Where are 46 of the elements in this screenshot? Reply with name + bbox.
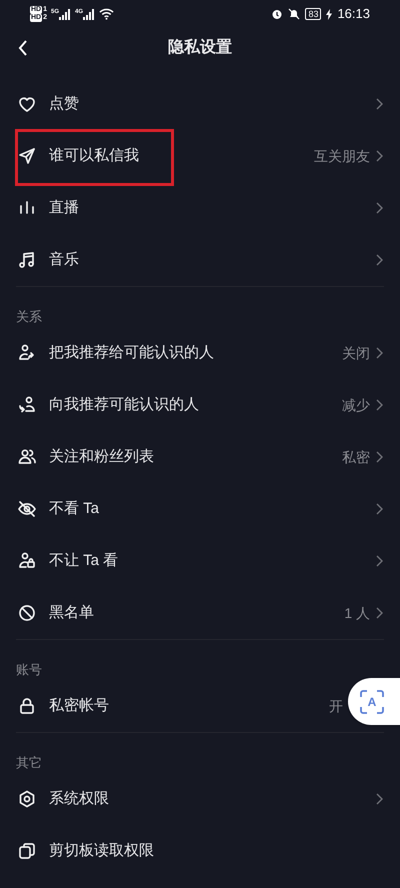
ban-icon xyxy=(17,603,37,623)
battery-level: 83 xyxy=(305,8,322,20)
row-value: 1 人 xyxy=(344,604,370,622)
row-value: 开 xyxy=(329,696,343,716)
row-label[interactable]: 私密帐号 xyxy=(49,694,109,718)
paper-plane-icon xyxy=(17,146,37,166)
wifi-icon xyxy=(99,8,114,20)
music-note-icon xyxy=(17,250,37,270)
row-value: 私密 xyxy=(342,448,370,466)
row-label[interactable]: 谁可以私信我 xyxy=(49,144,139,168)
people-icon xyxy=(17,447,37,467)
row-label[interactable]: 剪切板读取权限 xyxy=(49,840,154,862)
section-title: 其它 xyxy=(16,755,42,770)
copy-icon xyxy=(17,841,37,861)
clock-time: 16:13 xyxy=(337,5,370,24)
row-value: 关闭 xyxy=(342,344,370,362)
signal-icon xyxy=(83,8,96,20)
person-arrow-icon xyxy=(17,395,37,415)
row-label[interactable]: 不让 Ta 看 xyxy=(49,550,118,572)
scan-frame-icon xyxy=(359,688,385,714)
charging-bolt-icon xyxy=(326,8,332,20)
alarm-icon xyxy=(271,8,284,20)
row-label[interactable]: 音乐 xyxy=(49,248,79,272)
row-value: 互关朋友 xyxy=(314,146,370,166)
floating-text-scan-button[interactable]: A xyxy=(348,678,400,725)
eye-off-icon xyxy=(17,499,37,519)
bell-off-icon xyxy=(288,8,300,20)
row-label[interactable]: 向我推荐可能认识的人 xyxy=(49,394,199,416)
hexagon-icon xyxy=(17,789,37,809)
row-value: 减少 xyxy=(342,396,370,414)
page-title: 隐私设置 xyxy=(168,38,232,58)
lock-icon xyxy=(17,696,37,716)
row-label[interactable]: 把我推荐给可能认识的人 xyxy=(49,342,214,364)
row-label[interactable]: 直播 xyxy=(49,196,79,220)
section-title: 关系 xyxy=(16,309,42,324)
row-label[interactable]: 不看 Ta xyxy=(49,498,100,520)
scan-letter: A xyxy=(368,694,376,710)
row-label[interactable]: 系统权限 xyxy=(49,788,109,810)
back-icon xyxy=(18,40,28,56)
row-label[interactable]: 点赞 xyxy=(49,92,79,116)
section-title: 账号 xyxy=(16,662,42,677)
row-label[interactable]: 关注和粉丝列表 xyxy=(49,446,154,468)
person-lock-icon xyxy=(17,551,37,571)
person-arrow-icon xyxy=(17,343,37,363)
row-label[interactable]: 黑名单 xyxy=(49,602,94,624)
signal-icon xyxy=(59,8,72,20)
